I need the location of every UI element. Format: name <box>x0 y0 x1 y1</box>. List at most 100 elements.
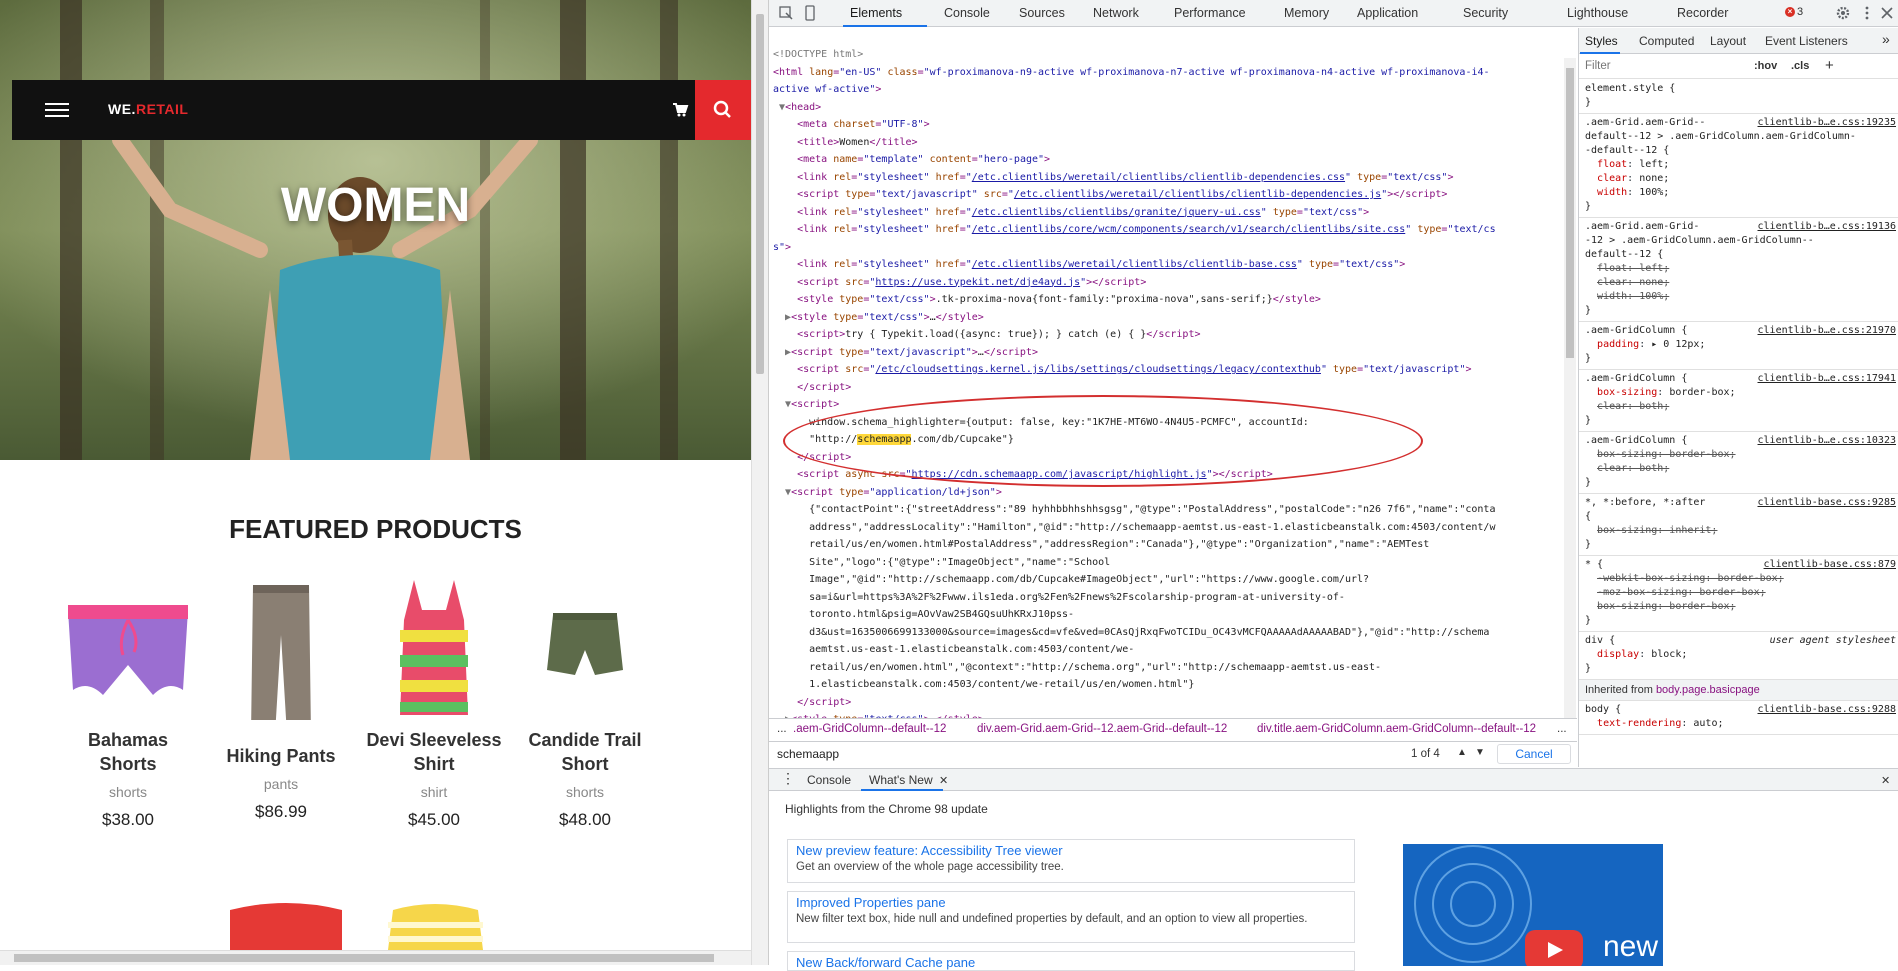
css-rule[interactable]: * {clientlib-base.css:879 -webkit-box-si… <box>1579 556 1898 632</box>
breadcrumb-item[interactable]: ... <box>1557 723 1567 735</box>
product-image <box>388 904 483 950</box>
css-rule[interactable]: .aem-GridColumn {clientlib-b…e.css:10323… <box>1579 432 1898 494</box>
css-rule[interactable]: body {clientlib-base.css:9288 text-rende… <box>1579 701 1898 735</box>
scrollbar-thumb[interactable] <box>14 954 714 962</box>
tab-lighthouse[interactable]: Lighthouse <box>1567 6 1628 20</box>
drawer-tab-bar: ⋮ Console What's New ✕ ✕ <box>769 769 1898 791</box>
website-viewport: WE.RETAIL WOMEN FEATURED PRODUCTS Bahama… <box>0 0 751 965</box>
hero-banner: WE.RETAIL WOMEN <box>0 0 751 460</box>
tab-recorder[interactable]: Recorder <box>1677 6 1728 20</box>
news-title[interactable]: New preview feature: Accessibility Tree … <box>796 843 1346 858</box>
cart-icon[interactable] <box>670 100 690 120</box>
devtools-tab-bar: Elements Console Sources Network Perform… <box>769 0 1898 27</box>
horizontal-scrollbar[interactable] <box>0 950 751 965</box>
news-item[interactable]: Improved Properties pane New filter text… <box>787 891 1355 943</box>
drawer-menu-icon[interactable]: ⋮ <box>781 770 795 787</box>
more-options-icon[interactable] <box>1859 5 1875 21</box>
inspect-element-icon[interactable] <box>778 5 794 21</box>
tab-styles[interactable]: Styles <box>1585 34 1618 48</box>
tab-memory[interactable]: Memory <box>1284 6 1329 20</box>
drawer-tab-console[interactable]: Console <box>807 773 851 787</box>
tab-event-listeners[interactable]: Event Listeners <box>1765 34 1848 48</box>
tab-sources[interactable]: Sources <box>1019 6 1065 20</box>
search-match-count: 1 of 4 <box>1411 748 1440 760</box>
more-tabs-icon[interactable]: » <box>1882 31 1890 47</box>
dom-search-input[interactable] <box>777 747 1077 761</box>
search-previous-icon[interactable]: ▲ <box>1455 747 1469 761</box>
class-toggle[interactable]: .cls <box>1791 60 1809 72</box>
css-rule[interactable]: .aem-GridColumn {clientlib-b…e.css:21970… <box>1579 322 1898 370</box>
drawer-tab-whats-new[interactable]: What's New <box>869 773 933 787</box>
dom-tree-code[interactable]: <!DOCTYPE html> <html lang="en-US" class… <box>773 46 1571 718</box>
hero-title: WOMEN <box>280 179 471 232</box>
product-price: $38.00 <box>102 810 154 829</box>
devtools-panel: Elements Console Sources Network Perform… <box>768 0 1898 971</box>
product-name[interactable]: Bahamas Shorts <box>58 728 198 776</box>
breadcrumb-item[interactable]: div.aem-Grid.aem-Grid--12.aem-Grid--defa… <box>977 723 1227 735</box>
brand-logo[interactable]: WE.RETAIL <box>108 101 188 117</box>
promo-label: new <box>1603 930 1659 963</box>
tab-computed[interactable]: Computed <box>1639 34 1694 48</box>
search-next-icon[interactable]: ▼ <box>1473 747 1487 761</box>
new-rule-icon[interactable]: + <box>1825 57 1834 74</box>
css-rule[interactable]: div {user agent stylesheet display: bloc… <box>1579 632 1898 680</box>
tab-console[interactable]: Console <box>944 6 990 20</box>
settings-gear-icon[interactable] <box>1835 5 1851 21</box>
whats-new-promo-image[interactable]: new <box>1403 844 1663 966</box>
breadcrumb-item[interactable]: ... <box>777 723 787 735</box>
styles-filter-input[interactable] <box>1585 60 1735 72</box>
tab-performance[interactable]: Performance <box>1174 6 1246 20</box>
product-card[interactable]: Hiking Pants pants $86.99 <box>211 580 351 822</box>
close-tab-icon[interactable]: ✕ <box>939 774 948 787</box>
elements-dom-tree[interactable]: <!DOCTYPE html> <html lang="en-US" class… <box>769 28 1577 718</box>
inherited-selector[interactable]: body.page.basicpage <box>1656 684 1760 696</box>
vertical-scrollbar[interactable] <box>1564 58 1576 718</box>
close-drawer-icon[interactable]: ✕ <box>1881 774 1890 787</box>
youtube-play-icon <box>1525 930 1583 966</box>
css-rule[interactable]: *, *:before, *:after clientlib-base.css:9… <box>1579 494 1898 556</box>
hamburger-menu-button[interactable] <box>45 101 69 119</box>
product-name[interactable]: Hiking Pants <box>211 744 351 768</box>
css-rule[interactable]: element.style {} <box>1579 80 1898 114</box>
breadcrumb: ... .aem-GridColumn--default--12 div.aem… <box>769 718 1577 740</box>
close-devtools-icon[interactable] <box>1879 5 1895 21</box>
product-card[interactable]: Candide Trail Short shorts $48.00 <box>515 580 655 830</box>
news-title[interactable]: Improved Properties pane <box>796 895 1346 910</box>
breadcrumb-item[interactable]: div.title.aem-GridColumn.aem-GridColumn-… <box>1257 723 1536 735</box>
styles-pane: Styles Computed Layout Event Listeners »… <box>1578 28 1898 767</box>
active-tab-indicator <box>1580 52 1620 54</box>
error-icon: × <box>1785 7 1795 18</box>
css-rule[interactable]: .aem-Grid.aem-Grid-- clientlib-b…e.css:19… <box>1579 114 1898 218</box>
featured-products-heading: FEATURED PRODUCTS <box>229 514 522 544</box>
breadcrumb-item[interactable]: .aem-GridColumn--default--12 <box>793 723 946 735</box>
site-navbar: WE.RETAIL <box>12 80 751 140</box>
product-image <box>515 580 655 720</box>
hover-state-toggle[interactable]: :hov <box>1754 60 1777 72</box>
product-name[interactable]: Candide Trail Short <box>515 728 655 776</box>
error-count-badge[interactable]: × 3 <box>1785 6 1803 18</box>
news-item[interactable]: New preview feature: Accessibility Tree … <box>787 839 1355 883</box>
tab-application[interactable]: Application <box>1357 6 1418 20</box>
site-search-button[interactable] <box>695 80 751 140</box>
tab-layout[interactable]: Layout <box>1710 34 1746 48</box>
scrollbar-thumb[interactable] <box>1566 68 1574 358</box>
tab-elements[interactable]: Elements <box>850 6 902 20</box>
product-card[interactable]: Devi Sleeveless Shirt shirt $45.00 <box>364 580 504 830</box>
css-rule[interactable]: .aem-Grid.aem-Grid-clientlib-b…e.css:191… <box>1579 218 1898 322</box>
product-name[interactable]: Devi Sleeveless Shirt <box>364 728 504 776</box>
device-toolbar-icon[interactable] <box>802 5 818 21</box>
product-category: shorts <box>565 784 605 800</box>
news-title[interactable]: New Back/forward Cache pane <box>796 955 1346 970</box>
css-rule[interactable]: .aem-GridColumn {clientlib-b…e.css:17941… <box>1579 370 1898 432</box>
product-image <box>230 903 342 950</box>
css-rules-list[interactable]: element.style {} .aem-Grid.aem-Grid-- cli… <box>1579 80 1898 735</box>
news-description: New filter text box, hide null and undef… <box>796 913 1308 925</box>
search-cancel-button[interactable]: Cancel <box>1497 744 1571 764</box>
tab-network[interactable]: Network <box>1093 6 1139 20</box>
scrollbar-thumb[interactable] <box>756 14 764 374</box>
tab-security[interactable]: Security <box>1463 6 1508 20</box>
product-card[interactable]: Bahamas Shorts shorts $38.00 <box>58 580 198 830</box>
vertical-scrollbar[interactable] <box>751 0 768 965</box>
devtools-drawer: ⋮ Console What's New ✕ ✕ Highlights from… <box>769 768 1898 971</box>
news-item[interactable]: New Back/forward Cache pane <box>787 951 1355 971</box>
